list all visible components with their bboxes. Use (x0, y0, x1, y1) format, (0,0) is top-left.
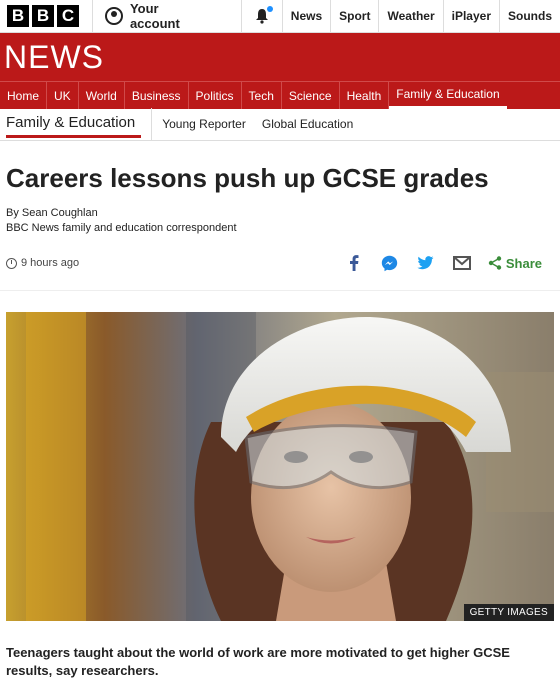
twitter-icon (417, 256, 434, 270)
account-link[interactable]: Your account (93, 0, 222, 32)
section-nav-home[interactable]: Home (0, 82, 48, 109)
email-icon (452, 256, 471, 270)
bbc-logo-letter: B (32, 5, 54, 27)
top-nav-iplayer[interactable]: iPlayer (442, 0, 499, 32)
divider (151, 108, 153, 140)
section-nav-world[interactable]: World (79, 82, 125, 109)
top-nav-sounds[interactable]: Sounds (499, 0, 560, 32)
top-bar: B B C Your account News Sport Weather iP… (0, 0, 560, 33)
messenger-icon (382, 255, 398, 271)
byline-author: By Sean Coughlan (6, 207, 98, 219)
sub-nav-global-education[interactable]: Global Education (262, 117, 353, 131)
article-image: GETTY IMAGES (6, 312, 554, 621)
article-photo (6, 312, 554, 621)
sub-nav-young-reporter[interactable]: Young Reporter (162, 117, 246, 131)
twitter-share-button[interactable] (416, 253, 436, 273)
messenger-share-button[interactable] (380, 253, 400, 273)
byline-role: BBC News family and education correspond… (6, 222, 237, 234)
notifications-button[interactable] (242, 0, 282, 32)
bbc-logo-letter: C (57, 5, 79, 27)
top-nav-weather[interactable]: Weather (378, 0, 442, 32)
article-summary: Teenagers taught about the world of work… (6, 645, 510, 678)
section-nav-politics[interactable]: Politics (189, 82, 242, 109)
sub-nav-current[interactable]: Family & Education (6, 111, 142, 138)
section-nav: Home UK World Business Politics Tech Sci… (0, 81, 560, 109)
section-nav-uk[interactable]: UK (47, 82, 79, 109)
email-share-button[interactable] (452, 253, 472, 273)
notification-dot (266, 6, 273, 12)
article-timestamp: 9 hours ago (6, 257, 79, 269)
section-nav-science[interactable]: Science (282, 82, 340, 109)
top-nav-news[interactable]: News (281, 0, 330, 32)
share-button[interactable]: Share (488, 256, 542, 271)
account-label: Your account (129, 1, 180, 31)
facebook-icon (349, 255, 359, 271)
share-label: Share (505, 255, 542, 271)
clock-icon (6, 257, 17, 269)
sub-nav: Family & Education Young Reporter Global… (0, 108, 560, 141)
timestamp-text: 9 hours ago (21, 257, 80, 269)
top-nav-sport[interactable]: Sport (330, 0, 378, 32)
top-nav: News Sport Weather iPlayer Sounds (281, 0, 560, 32)
news-header: NEWS (0, 33, 560, 81)
section-nav-tech[interactable]: Tech (242, 82, 282, 109)
bbc-logo-letter: B (7, 5, 29, 27)
section-nav-family-education[interactable]: Family & Education (389, 82, 507, 109)
section-nav-business[interactable]: Business (125, 82, 189, 109)
account-icon (104, 7, 123, 25)
bbc-logo[interactable]: B B C (7, 5, 79, 27)
share-icon (488, 256, 502, 270)
divider (0, 290, 560, 291)
facebook-share-button[interactable] (344, 253, 364, 273)
section-nav-health[interactable]: Health (340, 82, 390, 109)
image-caption: GETTY IMAGES (463, 604, 554, 621)
news-wordmark[interactable]: NEWS (4, 39, 104, 76)
article-headline: Careers lessons push up GCSE grades (6, 163, 489, 193)
share-tools: Share (344, 253, 542, 273)
